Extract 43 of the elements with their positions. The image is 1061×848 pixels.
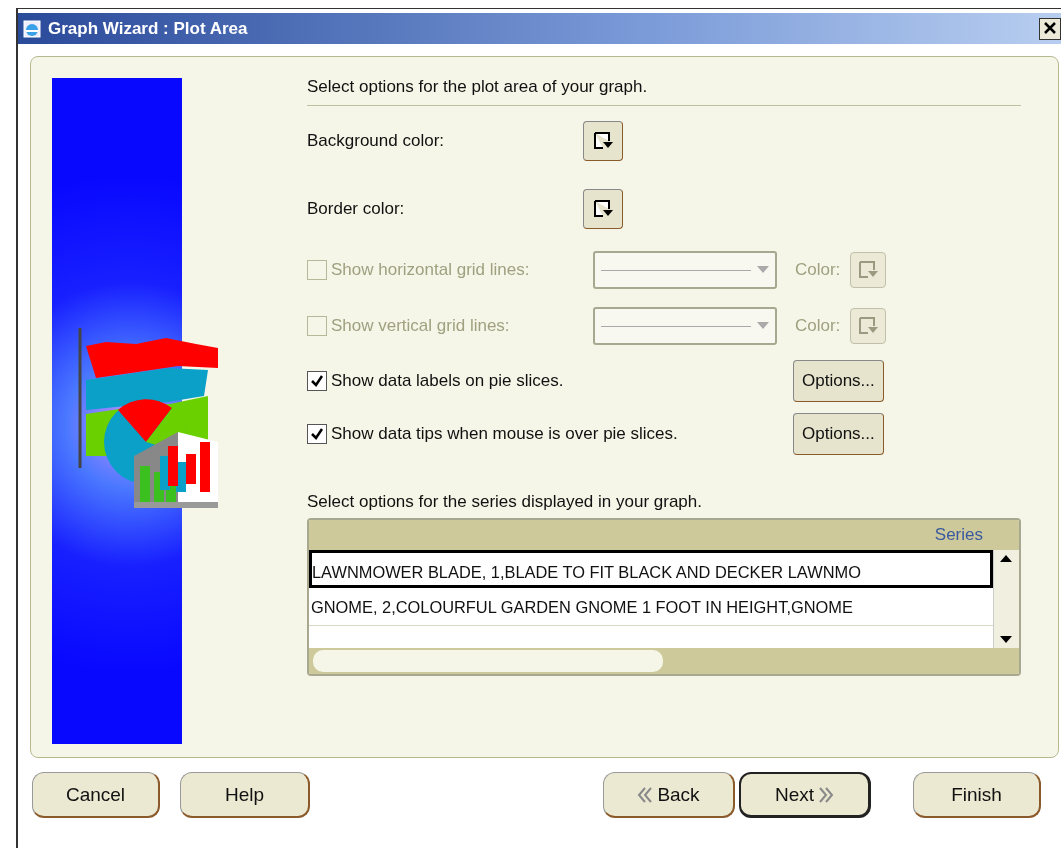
dialog-button[interactable]: Cancel	[32, 772, 160, 818]
window-title: Graph Wizard : Plot Area	[48, 18, 248, 39]
checkbox[interactable]	[307, 423, 327, 444]
section-heading: Select options for the plot area of your graph.	[307, 77, 1021, 106]
close-icon	[1043, 20, 1057, 35]
vertical-scrollbar[interactable]	[993, 550, 1019, 648]
checkbox-label: Show data labels on pie slices.	[331, 370, 565, 391]
options-button[interactable]: Options...	[793, 412, 884, 455]
checkbox-label: Show data tips when mouse is over pie slices.	[331, 423, 679, 444]
color-picker-button[interactable]	[583, 189, 623, 229]
series-row[interactable]: GNOME, 2,COLOURFUL GARDEN GNOME 1 FOOT IN HEIGHT,GNOME	[309, 588, 993, 626]
field-label: Color:	[795, 316, 841, 336]
dropdown-arrow-icon	[757, 266, 769, 274]
back-button[interactable]: Back	[603, 772, 735, 818]
field-label: Background color:	[307, 131, 446, 151]
close-button[interactable]	[1039, 17, 1061, 40]
color-picker-button[interactable]	[583, 121, 623, 161]
color-picker-icon	[592, 130, 614, 152]
section-heading: Select options for the series displayed in your graph.	[307, 492, 703, 512]
dropdown-arrow-icon	[757, 322, 769, 330]
series-row[interactable]: LAWNMOWER BLADE, 1,BLADE TO FIT BLACK AND DECKER LAWNMO	[309, 550, 993, 588]
dialog-button[interactable]: Help	[180, 772, 310, 818]
bar-chart-icon	[134, 432, 218, 508]
line-style-dropdown[interactable]	[593, 307, 777, 345]
color-picker-button[interactable]	[850, 252, 887, 288]
color-picker-button[interactable]	[850, 308, 887, 344]
double-chevron-right-icon	[818, 785, 835, 804]
checkbox[interactable]	[307, 370, 327, 391]
double-chevron-left-icon	[637, 785, 654, 804]
checkbox-label: Show vertical grid lines:	[331, 316, 511, 336]
browser-globe-icon	[22, 18, 42, 39]
horizontal-scrollbar[interactable]	[309, 648, 1019, 674]
line-style-dropdown[interactable]	[593, 251, 777, 289]
field-label: Color:	[795, 260, 841, 280]
checkbox-label: Show horizontal grid lines:	[331, 260, 531, 280]
color-picker-icon	[857, 315, 880, 337]
next-button[interactable]: Next	[739, 772, 871, 818]
options-button[interactable]: Options...	[793, 359, 884, 402]
color-picker-icon	[592, 198, 614, 220]
field-label: Border color:	[307, 199, 406, 219]
color-picker-icon	[857, 259, 880, 281]
column-header: Series	[309, 520, 1019, 550]
dialog-button[interactable]: Finish	[913, 772, 1041, 818]
